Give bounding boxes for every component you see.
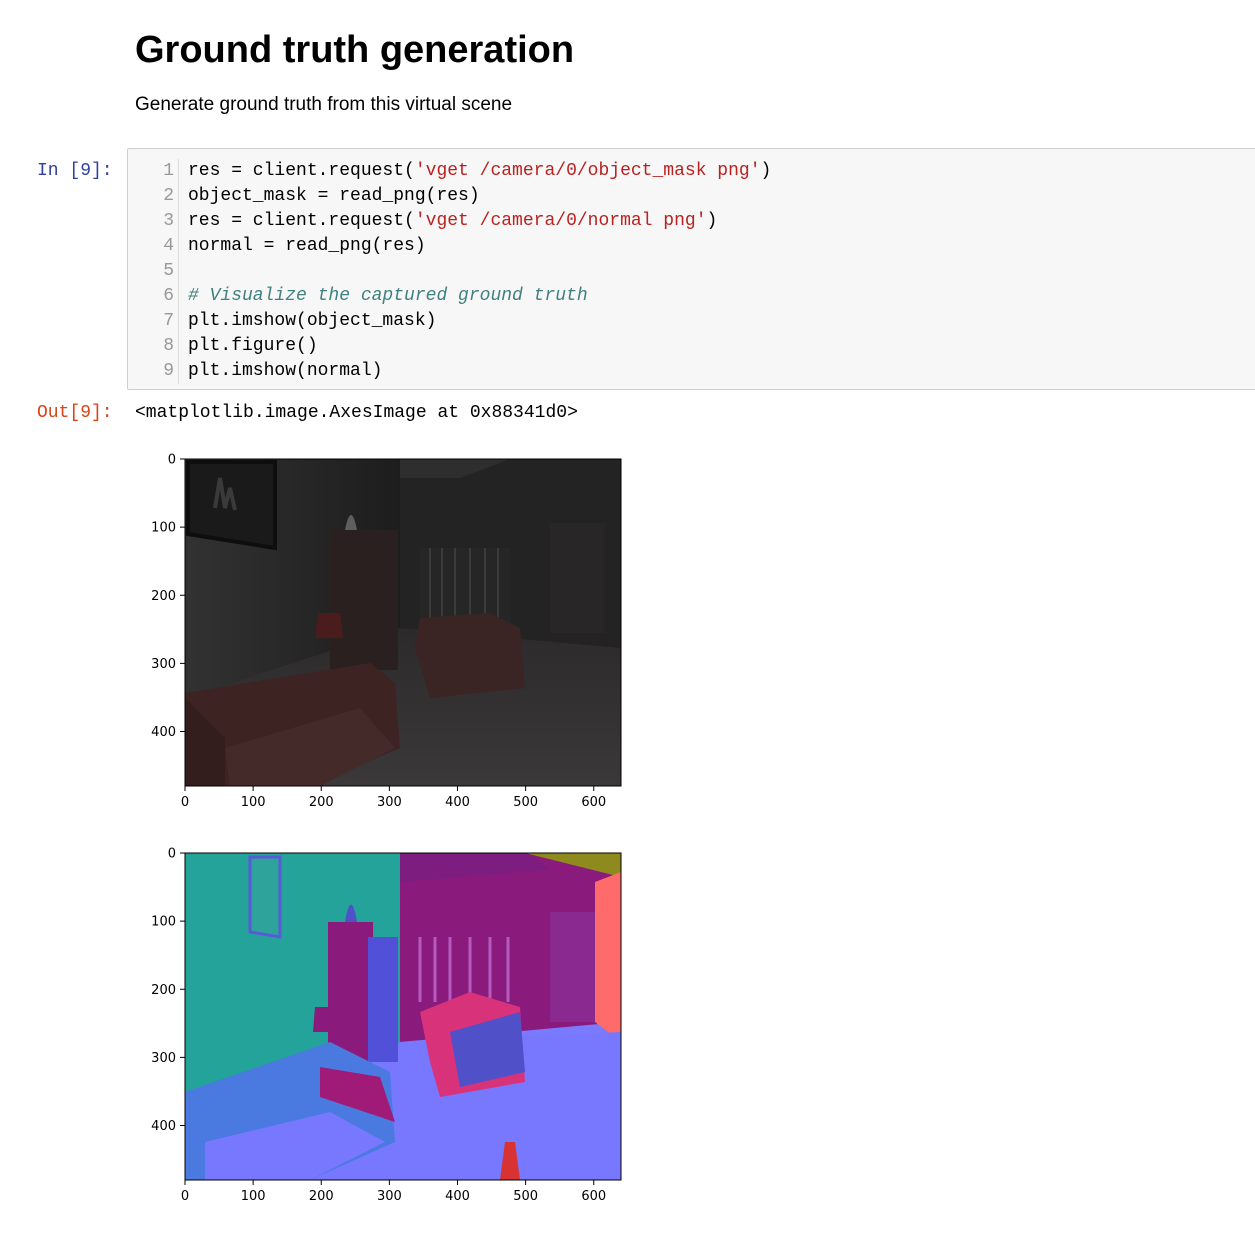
object-mask-image (185, 459, 621, 786)
code-text: plt.imshow(object_mask) (188, 309, 436, 334)
code-token: res = client.request( (188, 161, 415, 181)
line-number: 8 (163, 336, 174, 356)
normal-y-axis: 0 100 200 300 400 (151, 847, 185, 1134)
string-token: 'vget /camera/0/object_mask png' (414, 161, 761, 181)
code-line[interactable]: 3 res = client.request('vget /camera/0/no… (128, 209, 1248, 234)
code-token: res = client.request( (188, 211, 415, 231)
line-number: 7 (163, 311, 174, 331)
y-tick-label: 300 (151, 657, 176, 672)
x-tick-label: 100 (241, 1189, 266, 1202)
normal-figure: 0 100 200 300 400 500 600 0 100 200 300 400 (151, 847, 622, 1202)
x-tick-label: 300 (377, 795, 402, 808)
code-line[interactable]: 5 (128, 259, 1248, 284)
x-tick-label: 500 (513, 1189, 538, 1202)
x-tick-label: 600 (581, 795, 606, 808)
line-number: 9 (163, 361, 174, 381)
code-text: object_mask = read_png(res) (188, 184, 480, 209)
line-number: 2 (163, 186, 174, 206)
line-number: 1 (163, 161, 174, 181)
y-tick-label: 200 (151, 589, 176, 604)
code-token: ) (706, 211, 718, 231)
output-text: <matplotlib.image.AxesImage at 0x88341d0… (135, 403, 578, 423)
y-tick-label: 400 (151, 725, 176, 740)
y-tick-label: 300 (151, 1051, 176, 1066)
y-tick-label: 0 (168, 453, 176, 468)
line-number: 5 (163, 261, 174, 281)
x-tick-label: 100 (241, 795, 266, 808)
code-cell-editor[interactable]: 1 res = client.request('vget /camera/0/ob… (127, 148, 1255, 390)
line-number: 3 (163, 211, 174, 231)
code-line[interactable]: 4 normal = read_png(res) (128, 234, 1248, 259)
markdown-paragraph: Generate ground truth from this virtual … (135, 94, 513, 115)
y-tick-label: 200 (151, 983, 176, 998)
object-mask-y-axis: 0 100 200 300 400 (151, 453, 185, 740)
x-tick-label: 0 (181, 1189, 189, 1202)
x-tick-label: 0 (181, 795, 189, 808)
normal-image (185, 853, 621, 1180)
x-tick-label: 400 (445, 1189, 470, 1202)
code-token: plt.imshow(object_mask) (188, 311, 437, 331)
code-line[interactable]: 2 object_mask = read_png(res) (128, 184, 1248, 209)
input-prompt: In [9]: (37, 161, 113, 181)
x-tick-label: 200 (309, 795, 334, 808)
object-mask-figure: 0 100 200 300 400 500 600 0 100 200 300 400 (151, 453, 622, 808)
x-tick-label: 200 (309, 1189, 334, 1202)
object-mask-x-axis: 0 100 200 300 400 500 600 (181, 786, 606, 808)
code-token: object_mask = read_png(res) (188, 186, 480, 206)
code-text: res = client.request('vget /camera/0/nor… (188, 209, 717, 234)
line-number: 6 (163, 286, 174, 306)
markdown-heading: Ground truth generation (135, 29, 575, 71)
comment-token: # Visualize the captured ground truth (188, 286, 588, 306)
code-line[interactable]: 6 # Visualize the captured ground truth (128, 284, 1248, 309)
y-tick-label: 100 (151, 521, 176, 536)
code-text: # Visualize the captured ground truth (188, 284, 588, 309)
y-tick-label: 100 (151, 915, 176, 930)
code-text: res = client.request('vget /camera/0/obj… (188, 159, 771, 184)
output-prompt: Out[9]: (37, 403, 113, 423)
y-tick-label: 400 (151, 1119, 176, 1134)
code-token: ) (760, 161, 772, 181)
line-number: 4 (163, 236, 174, 256)
code-token: normal = read_png(res) (188, 236, 426, 256)
normal-plot: 0 100 200 300 400 500 600 0 100 200 300 400 (130, 842, 630, 1202)
x-tick-label: 400 (445, 795, 470, 808)
code-text: plt.imshow(normal) (188, 359, 382, 384)
code-line[interactable]: 8 plt.figure() (128, 334, 1248, 359)
x-tick-label: 500 (513, 795, 538, 808)
code-text: normal = read_png(res) (188, 234, 426, 259)
string-token: 'vget /camera/0/normal png' (414, 211, 707, 231)
code-text: plt.figure() (188, 334, 318, 359)
code-token: plt.imshow(normal) (188, 361, 383, 381)
code-line[interactable]: 7 plt.imshow(object_mask) (128, 309, 1248, 334)
x-tick-label: 300 (377, 1189, 402, 1202)
x-tick-label: 600 (581, 1189, 606, 1202)
y-tick-label: 0 (168, 847, 176, 862)
object-mask-plot: 0 100 200 300 400 500 600 0 100 200 300 400 (130, 448, 630, 808)
code-token: plt.figure() (188, 336, 318, 356)
normal-x-axis: 0 100 200 300 400 500 600 (181, 1180, 606, 1202)
code-line[interactable]: 1 res = client.request('vget /camera/0/ob… (128, 159, 1248, 184)
code-line[interactable]: 9 plt.imshow(normal) (128, 359, 1248, 384)
